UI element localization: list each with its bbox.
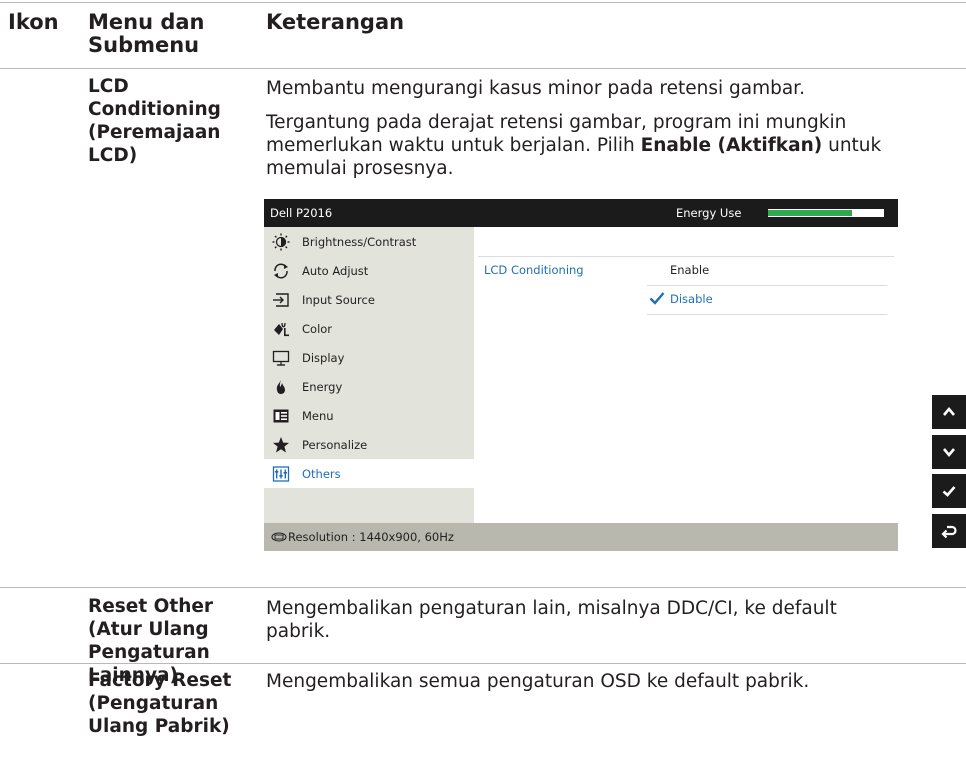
display-icon bbox=[272, 350, 290, 366]
desc-factory-reset: Mengembalikan semua pengaturan OSD ke de… bbox=[266, 671, 810, 692]
resolution-text: Resolution : 1440x900, 60Hz bbox=[288, 530, 454, 544]
brightness-icon bbox=[272, 233, 290, 251]
header-menu-col-line1: Menu dan bbox=[88, 10, 205, 34]
desc-lcd-p1: Membantu mengurangi kasus minor pada ret… bbox=[266, 78, 805, 99]
menu-icon bbox=[273, 409, 289, 423]
osd-item-label: Energy bbox=[302, 380, 343, 394]
header-menu-col: Menu dan Submenu bbox=[88, 11, 205, 56]
menu-line: LCD) bbox=[88, 145, 138, 166]
desc-reset-other: Mengembalikan pengaturan lain, misalnya … bbox=[266, 597, 837, 643]
osd-item-label: Auto Adjust bbox=[302, 264, 369, 278]
osd-item-label: Brightness/Contrast bbox=[302, 235, 417, 249]
osd-item-label: Personalize bbox=[302, 438, 368, 452]
resolution-icon bbox=[271, 532, 287, 542]
header-rule bbox=[0, 68, 966, 69]
down-icon bbox=[943, 448, 955, 458]
menu-factory-reset: Factory Reset (Pengaturan Ulang Pabrik) bbox=[88, 669, 231, 738]
osd-item-label: Color bbox=[302, 322, 333, 336]
menu-line: Conditioning bbox=[88, 99, 221, 120]
top-rule bbox=[0, 2, 966, 3]
desc-line: pabrik. bbox=[266, 621, 331, 642]
osd-item-label: Others bbox=[302, 467, 341, 481]
osd-item-color[interactable]: Color bbox=[264, 314, 474, 343]
desc-bold: Enable (Aktifkan) bbox=[640, 135, 823, 156]
osd-item-personalize[interactable]: Personalize bbox=[264, 430, 474, 459]
menu-line: Ulang Pabrik) bbox=[88, 716, 230, 737]
osd-item-display[interactable]: Display bbox=[264, 343, 474, 372]
osd-item-others[interactable]: Others bbox=[264, 459, 474, 488]
up-button[interactable] bbox=[932, 395, 966, 429]
menu-line: (Peremajaan bbox=[88, 122, 221, 143]
down-button[interactable] bbox=[932, 435, 966, 469]
osd-item-auto-adjust[interactable]: Auto Adjust bbox=[264, 256, 474, 285]
submenu-divider bbox=[478, 256, 894, 257]
desc-text: memerlukan waktu untuk berjalan. Pilih bbox=[266, 135, 641, 156]
menu-lcd-conditioning: LCD Conditioning (Peremajaan LCD) bbox=[88, 75, 221, 167]
desc-line: memulai prosesnya. bbox=[266, 158, 454, 179]
lcd-conditioning-label: LCD Conditioning bbox=[484, 263, 584, 277]
osd-item-menu[interactable]: Menu bbox=[264, 401, 474, 430]
osd-menu: Brightness/Contrast Auto Adjust Input So… bbox=[264, 227, 474, 523]
submenu-divider bbox=[647, 314, 887, 315]
osd-item-input-source[interactable]: Input Source bbox=[264, 285, 474, 314]
osd-status-bar: Resolution : 1440x900, 60Hz bbox=[264, 523, 898, 551]
color-icon bbox=[274, 322, 289, 337]
osd-energy-label: Energy Use bbox=[676, 206, 742, 220]
menu-line: Reset Other bbox=[88, 596, 214, 617]
osd-item-energy[interactable]: Energy bbox=[264, 372, 474, 401]
energy-meter-fill bbox=[768, 210, 852, 216]
desc-line: memerlukan waktu untuk berjalan. Pilih E… bbox=[266, 134, 881, 157]
input-source-icon bbox=[273, 293, 289, 307]
auto-adjust-icon bbox=[274, 263, 288, 279]
header-desc-col: Keterangan bbox=[266, 10, 405, 34]
osd-title-bar: Dell P2016 Energy Use bbox=[264, 199, 898, 227]
option-disable[interactable]: Disable bbox=[670, 292, 713, 306]
osd-screenshot: Dell P2016 Energy Use Brightness/Contras… bbox=[264, 199, 898, 576]
up-icon bbox=[943, 406, 955, 416]
submenu-divider bbox=[647, 285, 887, 286]
header-menu-col-line2: Submenu bbox=[88, 33, 200, 57]
ok-button[interactable] bbox=[932, 474, 966, 508]
osd-item-label: Input Source bbox=[302, 293, 375, 307]
desc-text: untuk bbox=[822, 135, 882, 156]
desc-line: Tergantung pada derajat retensi gambar, … bbox=[266, 112, 847, 133]
check-icon bbox=[649, 292, 665, 305]
desc-line: Mengembalikan pengaturan lain, misalnya … bbox=[266, 598, 837, 619]
energy-icon bbox=[276, 380, 285, 394]
check-icon bbox=[942, 486, 956, 497]
menu-line: (Atur Ulang bbox=[88, 619, 209, 640]
desc-lcd-p2: Tergantung pada derajat retensi gambar, … bbox=[266, 111, 881, 180]
osd-item-label: Menu bbox=[302, 409, 334, 423]
menu-line: LCD bbox=[88, 76, 129, 97]
osd-item-label: Display bbox=[302, 351, 345, 365]
osd-item-brightness[interactable]: Brightness/Contrast bbox=[264, 227, 474, 256]
menu-line: Factory Reset bbox=[88, 670, 232, 691]
energy-meter bbox=[768, 209, 884, 217]
osd-model-name: Dell P2016 bbox=[270, 206, 333, 220]
back-icon bbox=[941, 525, 957, 539]
star-icon bbox=[273, 437, 289, 453]
menu-line: (Pengaturan bbox=[88, 693, 219, 714]
back-button[interactable] bbox=[932, 514, 966, 548]
option-enable[interactable]: Enable bbox=[670, 263, 709, 277]
others-icon bbox=[272, 466, 290, 482]
menu-line: Pengaturan bbox=[88, 642, 210, 663]
header-icon-col: Ikon bbox=[8, 10, 59, 34]
row-rule-1 bbox=[0, 587, 966, 588]
